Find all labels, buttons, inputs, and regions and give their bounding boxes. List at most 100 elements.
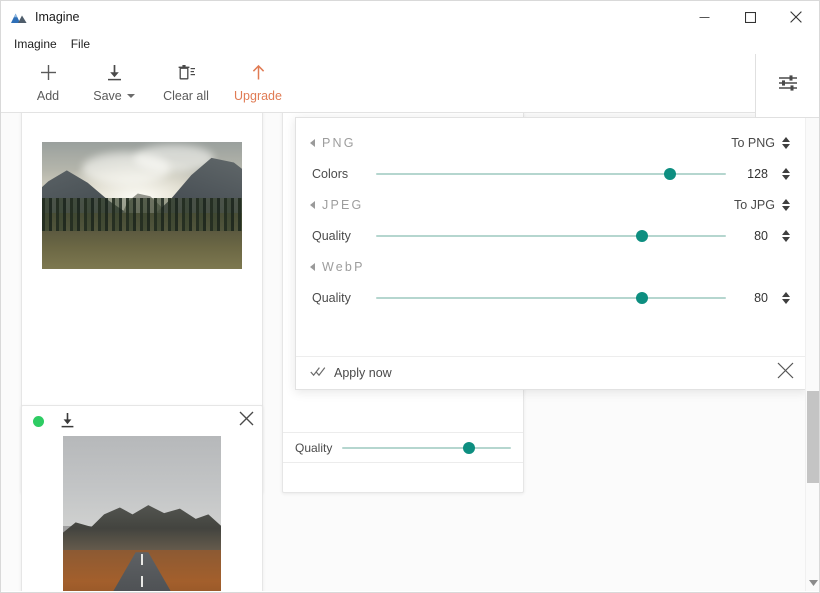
- clear-all-button-label: Clear all: [163, 89, 209, 103]
- webp-quality-spinner[interactable]: [780, 292, 792, 304]
- window-controls: [681, 1, 819, 33]
- mountain-logo-icon: [11, 10, 27, 24]
- settings-panel: PNG To PNG Colors: [295, 117, 807, 390]
- slider-thumb[interactable]: [463, 442, 475, 454]
- card-sky-quality-label: Quality: [295, 441, 332, 455]
- spinner-down-icon[interactable]: [782, 206, 790, 211]
- download-icon: [106, 61, 123, 83]
- scroll-down-arrow-icon[interactable]: [806, 575, 819, 591]
- status-badge: [33, 416, 44, 427]
- settings-panel-close-icon[interactable]: [777, 362, 794, 384]
- road-mountains-image: [63, 436, 221, 591]
- jpeg-quality-spinner[interactable]: [780, 230, 792, 242]
- apply-now-label: Apply now: [334, 366, 392, 380]
- png-colors-label: Colors: [312, 167, 364, 181]
- settings-group-png-header[interactable]: PNG To PNG: [310, 128, 792, 158]
- image-list-area: Quality 80 % To JPG 241.57KB /: [1, 113, 819, 591]
- card-sky-format-row: [283, 462, 523, 492]
- jpeg-target-format-label: To JPG: [734, 198, 775, 212]
- spinner-down-icon[interactable]: [782, 299, 790, 304]
- collapse-triangle-icon[interactable]: [310, 263, 315, 271]
- close-icon[interactable]: [239, 411, 254, 431]
- png-colors-value: 128: [738, 167, 768, 181]
- collapse-triangle-icon[interactable]: [310, 139, 315, 147]
- webp-quality-label: Quality: [312, 291, 364, 305]
- settings-group-webp-title: WebP: [322, 260, 365, 274]
- slider-thumb[interactable]: [636, 230, 648, 242]
- png-colors-slider[interactable]: [376, 167, 726, 181]
- webp-quality-row: Quality 80: [310, 282, 792, 314]
- apply-now-button[interactable]: Apply now: [310, 366, 392, 380]
- settings-group-png-left: PNG: [310, 136, 356, 150]
- settings-group-png-title: PNG: [322, 136, 356, 150]
- title-bar-left: Imagine: [1, 10, 79, 24]
- settings-group-webp-header[interactable]: WebP: [310, 252, 792, 282]
- clear-all-button[interactable]: Clear all: [147, 55, 225, 111]
- jpeg-quality-slider[interactable]: [376, 229, 726, 243]
- save-button[interactable]: Save: [81, 55, 147, 111]
- slider-thumb[interactable]: [664, 168, 676, 180]
- spinner-up-icon[interactable]: [782, 230, 790, 235]
- settings-group-webp-left: WebP: [310, 260, 365, 274]
- png-target-format-label: To PNG: [731, 136, 775, 150]
- slider-track: [342, 447, 511, 449]
- save-label-text: Save: [93, 89, 122, 103]
- settings-group-jpeg-header[interactable]: JPEG To JPG: [310, 190, 792, 220]
- card-sky-quality-row: Quality: [283, 432, 523, 462]
- settings-group-jpeg-right[interactable]: To JPG: [734, 198, 792, 212]
- chevron-down-icon: [127, 94, 135, 98]
- settings-group-jpeg-title: JPEG: [322, 198, 363, 212]
- menu-item-imagine[interactable]: Imagine: [7, 35, 64, 53]
- jpeg-quality-value: 80: [738, 229, 768, 243]
- card-lake-thumbnail: [42, 142, 242, 269]
- add-button[interactable]: Add: [15, 55, 81, 111]
- add-button-label: Add: [37, 89, 59, 103]
- close-button[interactable]: [773, 1, 819, 33]
- trash-icon: [177, 61, 196, 83]
- settings-panel-footer: Apply now: [296, 356, 806, 389]
- collapse-triangle-icon[interactable]: [310, 201, 315, 209]
- minimize-button[interactable]: [681, 1, 727, 33]
- png-colors-row: Colors 128: [310, 158, 792, 190]
- webp-quality-value: 80: [738, 291, 768, 305]
- maximize-button[interactable]: [727, 1, 773, 33]
- scrollbar-thumb[interactable]: [807, 391, 819, 483]
- imagine-app-window: Imagine Imagine File Add: [0, 0, 820, 593]
- webp-quality-slider[interactable]: [376, 291, 726, 305]
- spinner-down-icon[interactable]: [782, 144, 790, 149]
- card-sky-rows: Quality: [283, 432, 523, 492]
- jpeg-format-spinner[interactable]: [780, 199, 792, 211]
- card-road-thumbnail: [63, 436, 221, 591]
- arrow-up-icon: [250, 61, 267, 83]
- spinner-up-icon[interactable]: [782, 199, 790, 204]
- png-colors-spinner[interactable]: [780, 168, 792, 180]
- spinner-down-icon[interactable]: [782, 237, 790, 242]
- vertical-scrollbar[interactable]: [805, 113, 819, 591]
- save-button-label: Save: [93, 89, 135, 103]
- card-sky-quality-slider[interactable]: [342, 441, 511, 455]
- lake-landscape-image: [42, 142, 242, 269]
- spinner-up-icon[interactable]: [782, 292, 790, 297]
- slider-track: [376, 235, 726, 237]
- settings-group-png-right[interactable]: To PNG: [731, 136, 792, 150]
- spinner-down-icon[interactable]: [782, 175, 790, 180]
- double-check-icon: [310, 366, 326, 380]
- jpeg-quality-row: Quality 80: [310, 220, 792, 252]
- spinner-up-icon[interactable]: [782, 168, 790, 173]
- png-format-spinner[interactable]: [780, 137, 792, 149]
- spinner-up-icon[interactable]: [782, 137, 790, 142]
- slider-track: [376, 297, 726, 299]
- image-card-road[interactable]: [21, 405, 263, 591]
- slider-thumb[interactable]: [636, 292, 648, 304]
- download-icon[interactable]: [60, 412, 75, 434]
- title-bar: Imagine: [1, 1, 819, 33]
- settings-toggle-button[interactable]: [755, 54, 819, 118]
- card-road-topbar: [22, 406, 262, 436]
- upgrade-button[interactable]: Upgrade: [225, 55, 291, 111]
- toolbar: Add Save: [1, 55, 819, 113]
- menu-item-file[interactable]: File: [64, 35, 97, 53]
- menu-bar: Imagine File: [1, 33, 819, 55]
- card-lake-topbar: [22, 113, 262, 142]
- sliders-icon: [777, 72, 799, 99]
- plus-icon: [40, 61, 57, 83]
